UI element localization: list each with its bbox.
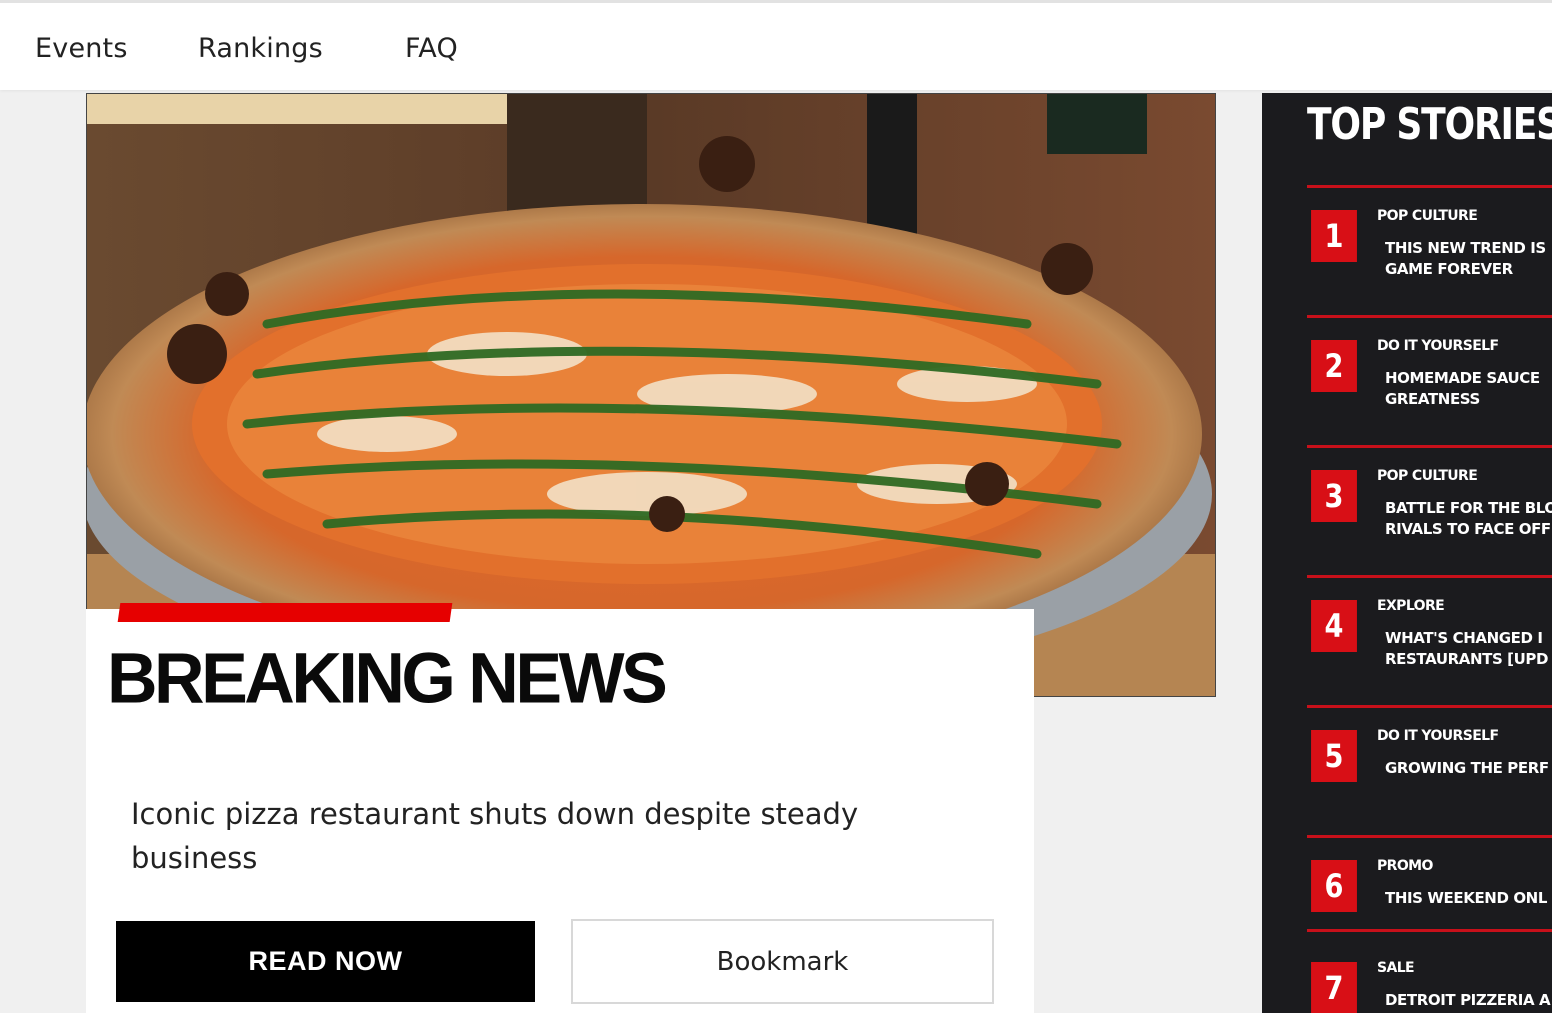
nav-link-faq[interactable]: FAQ [405, 33, 458, 64]
story-category: POP CULTURE [1377, 208, 1478, 224]
story-item[interactable]: 1 POP CULTURE THIS NEW TREND IS GAME FOR… [1307, 185, 1552, 315]
story-item[interactable]: 4 EXPLORE WHAT'S CHANGED I RESTAURANTS [… [1307, 575, 1552, 705]
story-title[interactable]: WHAT'S CHANGED I RESTAURANTS [UPD [1385, 628, 1552, 670]
story-title[interactable]: THIS NEW TREND IS GAME FOREVER [1385, 238, 1552, 280]
story-category: PROMO [1377, 858, 1433, 874]
story-title[interactable]: GROWING THE PERF [1385, 758, 1552, 779]
story-item[interactable]: 5 DO IT YOURSELF GROWING THE PERF [1307, 705, 1552, 835]
read-now-button[interactable]: READ NOW [116, 921, 535, 1002]
story-title[interactable]: HOMEMADE SAUCE GREATNESS [1385, 368, 1552, 410]
story-rank: 4 [1311, 600, 1357, 652]
story-title[interactable]: DETROIT PIZZERIA A SPECIAL [1385, 990, 1552, 1013]
bookmark-button[interactable]: Bookmark [571, 919, 994, 1004]
story-rank: 2 [1311, 340, 1357, 392]
story-item[interactable]: 2 DO IT YOURSELF HOMEMADE SAUCE GREATNES… [1307, 315, 1552, 445]
story-category: SALE [1377, 960, 1415, 976]
top-navigation: Events Rankings FAQ [0, 0, 1552, 90]
sidebar-title: TOP STORIES [1307, 99, 1552, 150]
story-rank: 7 [1311, 962, 1357, 1013]
story-rank: 3 [1311, 470, 1357, 522]
story-category: POP CULTURE [1377, 468, 1478, 484]
headline: BREAKING NEWS [107, 638, 668, 718]
story-rank: 1 [1311, 210, 1357, 262]
accent-stripe [117, 603, 453, 622]
story-category: DO IT YOURSELF [1377, 728, 1499, 744]
top-stories-sidebar: TOP STORIES 1 POP CULTURE THIS NEW TREND… [1262, 93, 1552, 1013]
nav-link-rankings[interactable]: Rankings [198, 33, 323, 64]
story-category: DO IT YOURSELF [1377, 338, 1499, 354]
story-item[interactable]: 7 SALE DETROIT PIZZERIA A SPECIAL [1307, 929, 1552, 1013]
story-title[interactable]: THIS WEEKEND ONL [1385, 888, 1552, 909]
story-category: EXPLORE [1377, 598, 1445, 614]
nav-link-events[interactable]: Events [35, 33, 128, 64]
story-title[interactable]: BATTLE FOR THE BLO RIVALS TO FACE OFF [1385, 498, 1552, 540]
story-item[interactable]: 3 POP CULTURE BATTLE FOR THE BLO RIVALS … [1307, 445, 1552, 575]
story-rank: 6 [1311, 860, 1357, 912]
article-subtitle[interactable]: Iconic pizza restaurant shuts down despi… [131, 792, 951, 880]
story-rank: 5 [1311, 730, 1357, 782]
